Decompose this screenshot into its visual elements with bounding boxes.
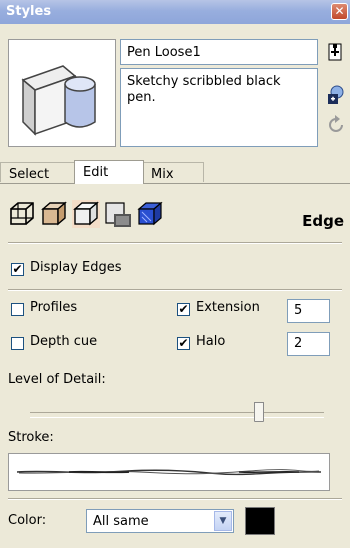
refresh-icon[interactable]: [325, 114, 347, 136]
edge-color-swatch[interactable]: [245, 507, 275, 535]
style-description-field[interactable]: Sketchy scribbled black pen.: [120, 68, 318, 147]
edit-settings-toolbar: [8, 198, 344, 234]
color-mode-selected: All same: [93, 514, 149, 529]
color-label: Color:: [8, 513, 47, 528]
level-of-detail-slider-thumb[interactable]: [254, 402, 264, 422]
background-settings-icon[interactable]: [72, 200, 100, 228]
divider: [8, 289, 342, 291]
title-bar: Styles ✕: [0, 0, 350, 24]
depth-cue-checkbox[interactable]: [11, 337, 24, 350]
tab-mix[interactable]: Mix: [142, 162, 204, 182]
level-of-detail-label: Level of Detail:: [8, 372, 106, 387]
extension-value-field[interactable]: 5: [287, 299, 330, 323]
display-edges-label: Display Edges: [30, 260, 122, 275]
depth-cue-label: Depth cue: [30, 334, 98, 349]
extension-label: Extension: [196, 300, 260, 315]
watermark-settings-icon[interactable]: [104, 200, 132, 228]
face-settings-icon[interactable]: [40, 200, 68, 228]
stroke-preview[interactable]: [8, 453, 330, 491]
halo-value-field[interactable]: 2: [287, 332, 330, 356]
profiles-label: Profiles: [30, 300, 78, 315]
halo-checkbox[interactable]: ✔: [177, 337, 190, 350]
section-title: Edge: [302, 212, 344, 230]
style-name-field[interactable]: Pen Loose1: [120, 39, 318, 65]
stroke-label: Stroke:: [8, 430, 54, 445]
extension-checkbox[interactable]: ✔: [177, 303, 190, 316]
tab-bar: Select Edit Mix: [0, 160, 350, 184]
create-new-style-icon[interactable]: [325, 42, 347, 64]
edit-panel: [0, 184, 350, 548]
divider: [8, 242, 342, 244]
modeling-settings-icon[interactable]: [136, 200, 164, 228]
tab-edit[interactable]: Edit: [74, 160, 144, 184]
window-title: Styles: [6, 4, 52, 19]
halo-label: Halo: [196, 334, 226, 349]
color-mode-dropdown[interactable]: All same ▼: [86, 509, 234, 533]
style-thumbnail: [8, 39, 116, 147]
divider: [8, 498, 342, 500]
edge-settings-icon[interactable]: [8, 200, 36, 228]
display-edges-checkbox[interactable]: ✔: [11, 263, 24, 276]
stroke-sample: [16, 469, 322, 476]
level-of-detail-slider[interactable]: [30, 412, 324, 418]
update-style-icon[interactable]: [325, 84, 347, 106]
profiles-checkbox[interactable]: [11, 303, 24, 316]
tab-select[interactable]: Select: [0, 162, 76, 182]
chevron-down-icon[interactable]: ▼: [214, 511, 232, 531]
style-thumbnail-image: [21, 65, 96, 136]
close-button[interactable]: ✕: [331, 3, 348, 20]
